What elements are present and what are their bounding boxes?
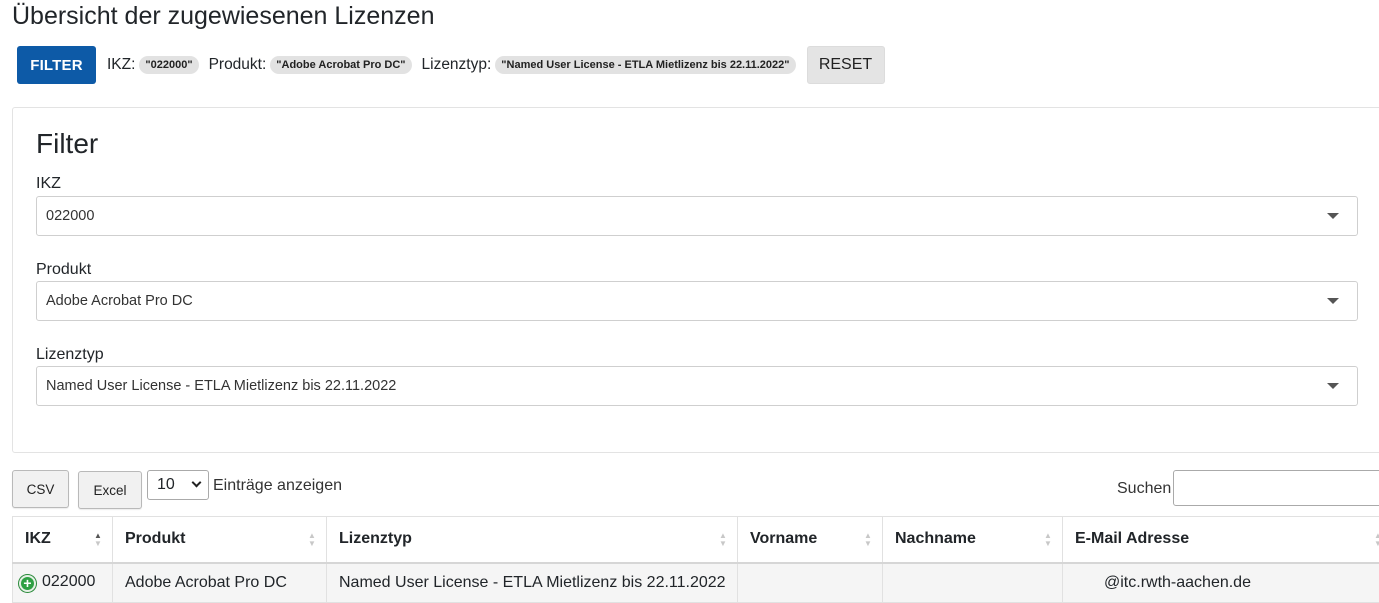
reset-button[interactable]: RESET xyxy=(807,46,885,84)
ikz-filter-label: IKZ: xyxy=(107,56,135,74)
lizenztyp-select[interactable]: Named User License - ETLA Mietlizenz bis… xyxy=(36,366,1358,406)
excel-export-button[interactable]: Excel xyxy=(78,471,142,509)
column-header-lizenztyp[interactable]: Lizenztyp ▲▼ xyxy=(327,517,738,563)
search-input[interactable] xyxy=(1173,470,1379,506)
sort-icon: ▲▼ xyxy=(864,532,872,548)
column-header-nachname[interactable]: Nachname ▲▼ xyxy=(883,517,1063,563)
produkt-field-label: Produkt xyxy=(36,261,91,279)
page-length-value: 10 xyxy=(157,476,175,494)
column-header-label: Produkt xyxy=(125,530,185,547)
column-header-label: Nachname xyxy=(895,530,976,547)
sort-icon: ▲▼ xyxy=(1374,532,1379,548)
sort-icon: ▲▼ xyxy=(94,532,102,548)
lizenztyp-field-label: Lizenztyp xyxy=(36,346,104,364)
active-filter-bar: FILTER IKZ: "022000" Produkt: "Adobe Acr… xyxy=(17,46,885,84)
chevron-down-icon xyxy=(1327,383,1339,389)
sort-icon: ▲▼ xyxy=(719,532,727,548)
sort-icon: ▲▼ xyxy=(308,532,316,548)
page-length-select[interactable]: 10 xyxy=(147,470,209,500)
produkt-filter-label: Produkt: xyxy=(209,56,267,74)
table-header-row: IKZ ▲▼ Produkt ▲▼ Lizenztyp ▲▼ Vorname ▲▼ Na… xyxy=(13,517,1379,563)
column-header-ikz[interactable]: IKZ ▲▼ xyxy=(13,517,113,563)
lizenztyp-filter-label: Lizenztyp: xyxy=(422,56,492,74)
lizenztyp-filter-chip: "Named User License - ETLA Mietlizenz bi… xyxy=(495,56,795,74)
column-header-label: Lizenztyp xyxy=(339,530,412,547)
produkt-filter-chip: "Adobe Acrobat Pro DC" xyxy=(270,56,411,74)
column-header-produkt[interactable]: Produkt ▲▼ xyxy=(113,517,327,563)
page-title: Übersicht der zugewiesenen Lizenzen xyxy=(12,2,434,31)
ikz-select-value: 022000 xyxy=(46,208,94,224)
produkt-select-value: Adobe Acrobat Pro DC xyxy=(46,293,193,309)
ikz-select[interactable]: 022000 xyxy=(36,196,1358,236)
filter-panel-title: Filter xyxy=(36,128,98,160)
ikz-field-label: IKZ xyxy=(36,175,61,193)
lizenztyp-select-value: Named User License - ETLA Mietlizenz bis… xyxy=(46,378,396,394)
ikz-filter-chip: "022000" xyxy=(139,56,198,74)
search-label: Suchen xyxy=(1117,480,1171,498)
produkt-select[interactable]: Adobe Acrobat Pro DC xyxy=(36,281,1358,321)
chevron-down-icon xyxy=(192,478,202,488)
column-header-vorname[interactable]: Vorname ▲▼ xyxy=(738,517,883,563)
expand-row-icon[interactable]: + xyxy=(19,575,36,592)
sort-icon: ▲▼ xyxy=(1044,532,1052,548)
chevron-down-icon xyxy=(1327,213,1339,219)
column-header-label: E-Mail Adresse xyxy=(1075,530,1189,547)
table-toolbar: CSV Excel 10 Einträge anzeigen Suchen xyxy=(12,470,1379,510)
chevron-down-icon xyxy=(1327,298,1339,304)
column-header-label: IKZ xyxy=(25,530,51,547)
filter-button[interactable]: FILTER xyxy=(17,46,96,84)
column-header-email[interactable]: E-Mail Adresse ▲▼ xyxy=(1063,517,1379,563)
page-length-label: Einträge anzeigen xyxy=(213,477,342,495)
filter-panel: Filter IKZ 022000 Produkt Adobe Acrobat … xyxy=(12,107,1379,453)
license-table: IKZ ▲▼ Produkt ▲▼ Lizenztyp ▲▼ Vorname ▲▼ Na… xyxy=(12,516,1379,603)
column-header-label: Vorname xyxy=(750,530,817,547)
csv-export-button[interactable]: CSV xyxy=(12,470,69,508)
